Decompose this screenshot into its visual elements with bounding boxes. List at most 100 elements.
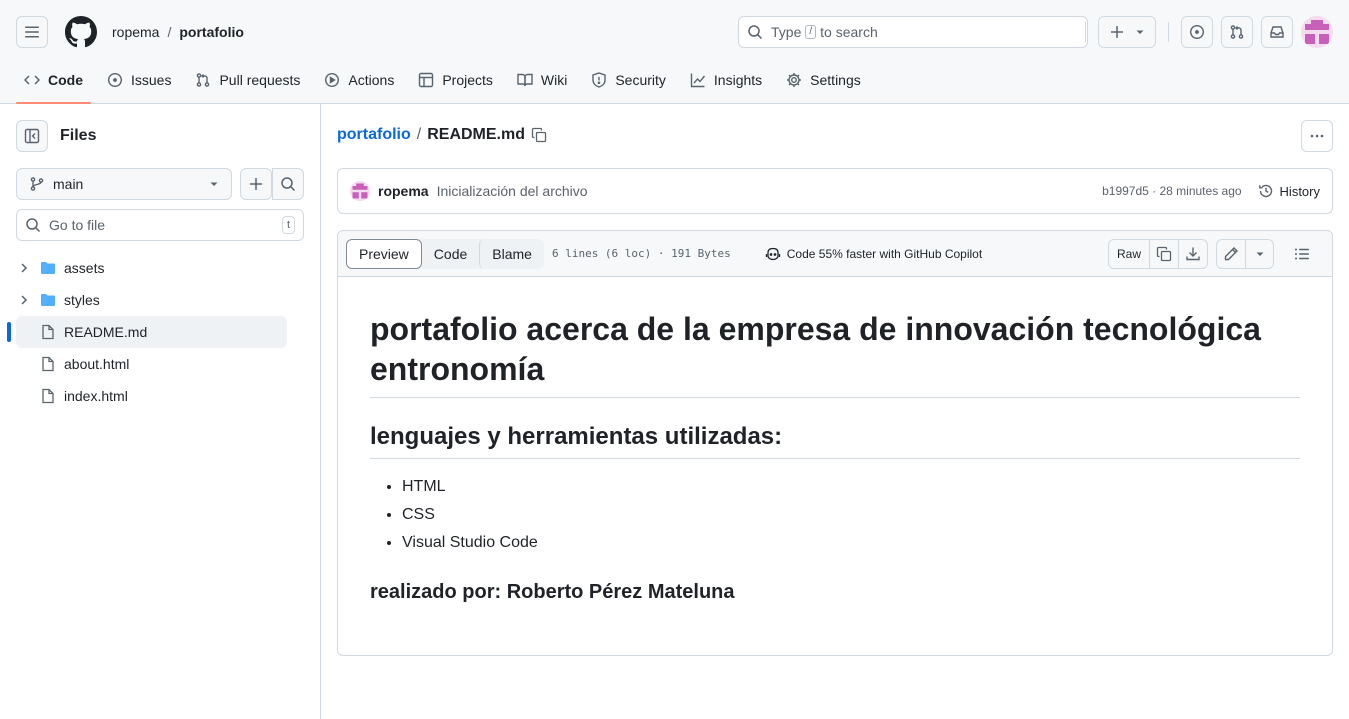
go-to-file-input[interactable]: Go to file t bbox=[16, 209, 304, 241]
code-icon bbox=[24, 75, 40, 85]
tab-preview[interactable]: Preview bbox=[346, 238, 422, 269]
tab-settings[interactable]: Settings bbox=[778, 64, 869, 96]
readme-heading-2: lenguajes y herramientas utilizadas: bbox=[370, 422, 1300, 459]
user-avatar[interactable] bbox=[1301, 16, 1333, 48]
folder-icon bbox=[41, 262, 55, 274]
tab-blame[interactable]: Blame bbox=[479, 238, 544, 269]
readme-preview: portafolio acerca de la empresa de innov… bbox=[338, 277, 1332, 637]
collapse-sidebar-button[interactable] bbox=[16, 120, 48, 152]
copy-path-icon[interactable] bbox=[531, 127, 547, 143]
file-tree: assets styles README.md about.html index… bbox=[0, 252, 321, 412]
more-options-button[interactable] bbox=[1301, 120, 1333, 152]
tree-item-label: styles bbox=[64, 292, 100, 308]
tab-label: Projects bbox=[442, 72, 493, 88]
readme-list: HTML CSS Visual Studio Code bbox=[370, 475, 1300, 555]
pull-requests-button[interactable] bbox=[1221, 16, 1253, 48]
raw-button[interactable]: Raw bbox=[1109, 240, 1149, 268]
path-file-name: README.md bbox=[427, 126, 525, 143]
search-shortcut-key: / bbox=[805, 25, 817, 39]
caret-down-icon bbox=[210, 182, 218, 186]
plus-icon bbox=[1111, 26, 1123, 38]
edit-actions-group bbox=[1216, 239, 1274, 269]
go-to-file-shortcut: t bbox=[281, 216, 295, 234]
tab-security[interactable]: Security bbox=[583, 64, 674, 96]
tree-item-file[interactable]: index.html bbox=[16, 380, 287, 412]
global-menu-button[interactable] bbox=[16, 16, 48, 48]
go-to-file-placeholder: Go to file bbox=[49, 217, 106, 233]
file-icon bbox=[42, 388, 54, 404]
gear-icon bbox=[787, 73, 802, 87]
inbox-icon bbox=[1270, 26, 1284, 38]
commit-author-avatar[interactable] bbox=[350, 181, 370, 201]
search-icon bbox=[26, 218, 41, 233]
tab-code[interactable]: Code bbox=[16, 64, 91, 104]
repo-header: ropema / portafolio Type / to search Cod… bbox=[0, 0, 1349, 104]
tab-insights[interactable]: Insights bbox=[682, 64, 770, 96]
search-files-button[interactable] bbox=[272, 168, 304, 200]
search-placeholder-prefix: Type bbox=[771, 24, 802, 40]
search-placeholder-suffix: to search bbox=[820, 24, 878, 40]
issue-opened-icon bbox=[1189, 24, 1205, 40]
edit-dropdown-button[interactable] bbox=[1245, 240, 1273, 268]
tree-item-file[interactable]: about.html bbox=[16, 348, 287, 380]
book-icon bbox=[517, 73, 533, 87]
tab-projects[interactable]: Projects bbox=[410, 64, 501, 96]
edit-button[interactable] bbox=[1217, 240, 1245, 268]
tree-item-folder[interactable]: styles bbox=[16, 284, 287, 316]
pencil-icon bbox=[1224, 247, 1238, 261]
path-repo-link[interactable]: portafolio bbox=[337, 126, 411, 144]
create-new-button[interactable] bbox=[1098, 16, 1156, 48]
tab-label: Settings bbox=[810, 72, 861, 88]
github-logo-icon[interactable] bbox=[65, 16, 97, 48]
commit-author[interactable]: ropema bbox=[378, 183, 429, 199]
raw-actions-group: Raw bbox=[1107, 239, 1208, 269]
tree-item-label: about.html bbox=[64, 356, 130, 372]
tab-pull-requests[interactable]: Pull requests bbox=[187, 64, 308, 96]
repo-nav: Code Issues Pull requests Actions Projec… bbox=[0, 64, 1349, 104]
chevron-right-icon[interactable] bbox=[16, 292, 32, 308]
tree-item-file-selected[interactable]: README.md bbox=[7, 316, 287, 348]
outline-button[interactable] bbox=[1288, 239, 1316, 269]
search-icon bbox=[281, 177, 296, 192]
copilot-promo-link[interactable]: Code 55% faster with GitHub Copilot bbox=[765, 246, 982, 262]
copilot-promo-text: Code 55% faster with GitHub Copilot bbox=[786, 246, 983, 261]
git-branch-icon bbox=[30, 177, 44, 191]
file-path-breadcrumb: portafolio / README.md bbox=[337, 126, 547, 144]
issues-button[interactable] bbox=[1181, 16, 1213, 48]
download-icon bbox=[1186, 247, 1200, 261]
list-item: CSS bbox=[402, 503, 1300, 527]
search-input[interactable]: Type / to search bbox=[738, 16, 1088, 48]
inbox-button[interactable] bbox=[1261, 16, 1293, 48]
graph-icon bbox=[690, 73, 705, 88]
file-meta: 6 lines (6 loc) · 191 Bytes bbox=[551, 247, 731, 260]
tab-wiki[interactable]: Wiki bbox=[509, 64, 575, 96]
kebab-horizontal-icon bbox=[1310, 134, 1324, 138]
tab-actions[interactable]: Actions bbox=[316, 64, 402, 96]
tab-label: Pull requests bbox=[219, 72, 301, 88]
git-pull-request-icon bbox=[1230, 25, 1244, 39]
download-button[interactable] bbox=[1178, 240, 1207, 268]
copy-icon bbox=[1156, 246, 1172, 262]
tab-issues[interactable]: Issues bbox=[99, 64, 179, 96]
add-file-button[interactable] bbox=[240, 168, 272, 200]
path-separator: / bbox=[416, 126, 422, 143]
list-item: HTML bbox=[402, 475, 1300, 499]
chevron-right-icon[interactable] bbox=[16, 260, 32, 276]
commit-message[interactable]: Inicialización del archivo bbox=[437, 183, 1103, 199]
sidebar-title: Files bbox=[60, 127, 97, 144]
owner-link[interactable]: ropema bbox=[112, 24, 159, 40]
sidebar-collapse-icon bbox=[24, 128, 40, 144]
list-unordered-icon bbox=[1295, 248, 1309, 260]
file-icon bbox=[42, 324, 54, 340]
history-button[interactable]: History bbox=[1258, 183, 1320, 199]
history-icon bbox=[1258, 184, 1272, 198]
commit-sha-time[interactable]: b1997d5 · 28 minutes ago bbox=[1102, 184, 1241, 198]
breadcrumb-separator: / bbox=[167, 24, 172, 40]
repo-breadcrumb: ropema / portafolio bbox=[112, 24, 244, 40]
tab-code-view[interactable]: Code bbox=[422, 239, 479, 269]
repo-link[interactable]: portafolio bbox=[179, 24, 244, 40]
copy-raw-button[interactable] bbox=[1149, 240, 1178, 268]
folder-icon bbox=[41, 294, 55, 306]
branch-selector[interactable]: main bbox=[16, 168, 232, 200]
tree-item-folder[interactable]: assets bbox=[16, 252, 287, 284]
